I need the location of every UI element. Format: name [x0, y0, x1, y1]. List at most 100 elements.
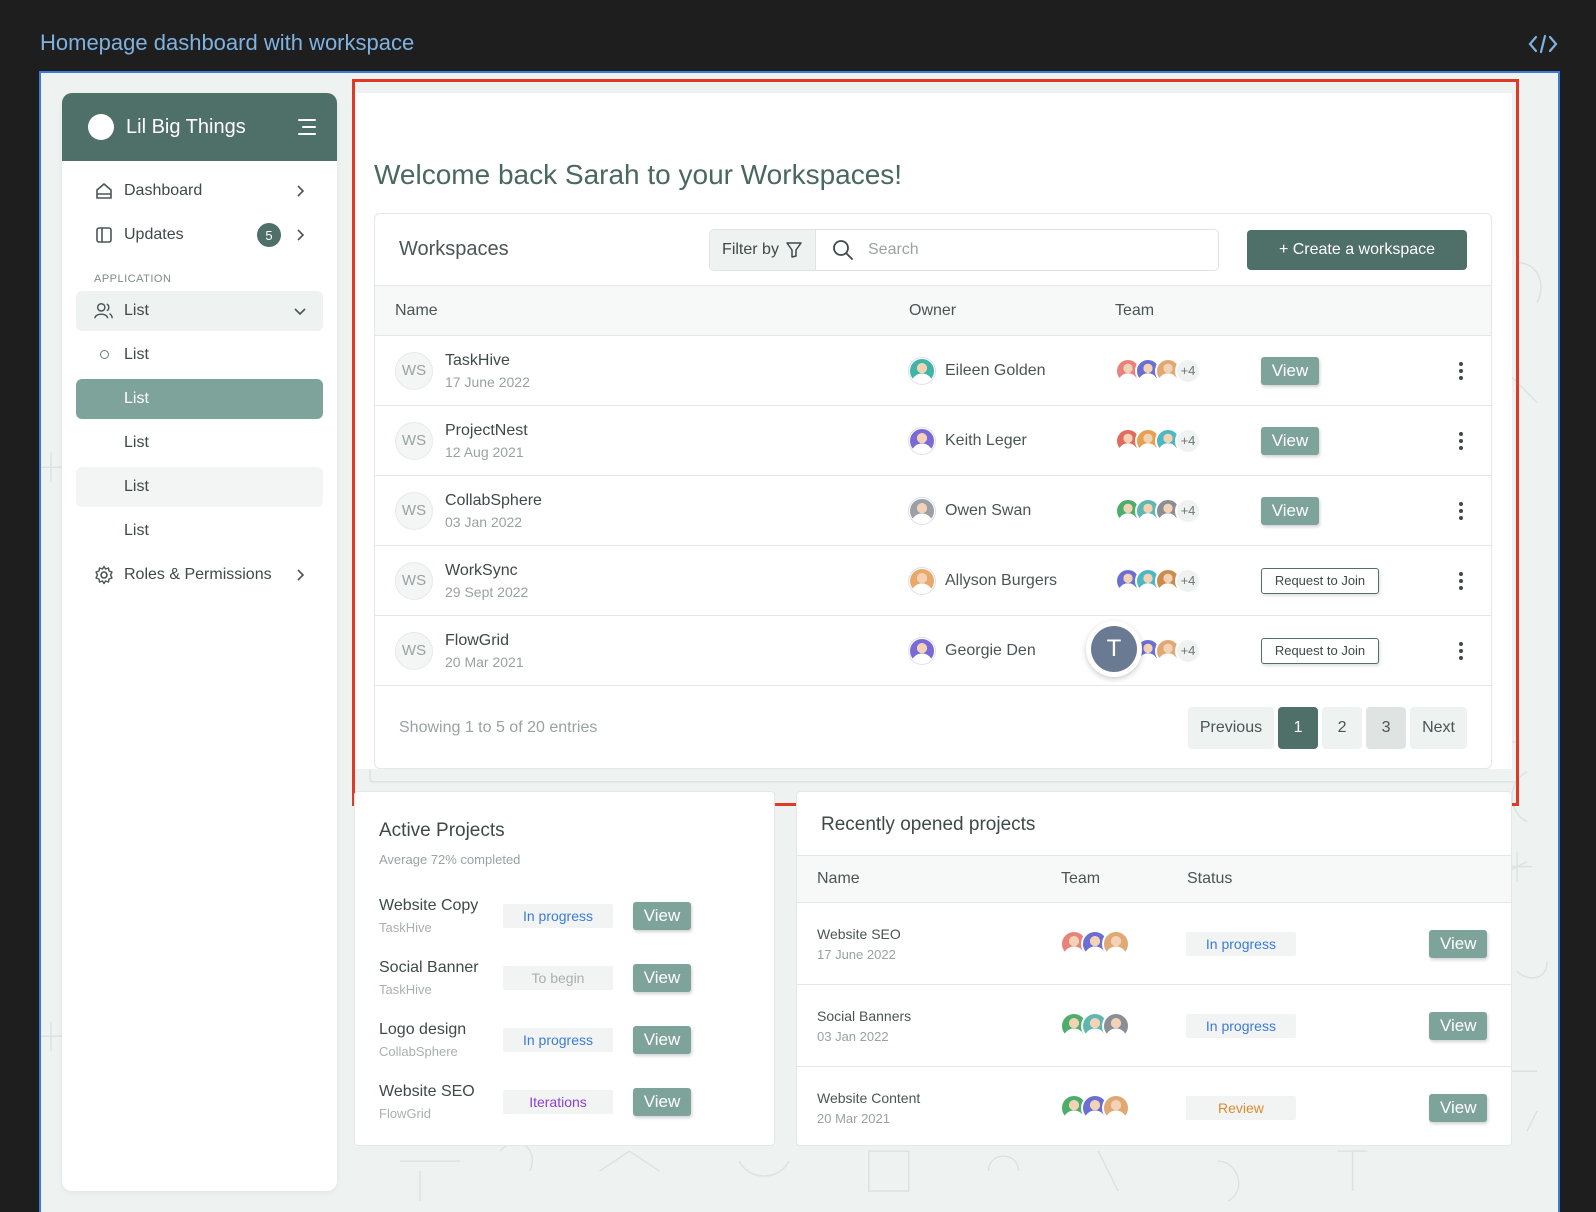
sidebar-subitem-list[interactable]: List — [76, 511, 323, 551]
sidebar-item-dashboard[interactable]: Dashboard — [76, 171, 323, 211]
more-options-icon[interactable] — [1459, 431, 1463, 450]
more-options-icon[interactable] — [1459, 641, 1463, 660]
more-cell — [1441, 431, 1481, 450]
table-row: Website Content 20 Mar 2021 Review View — [797, 1067, 1511, 1145]
menu-icon[interactable] — [297, 118, 317, 136]
more-options-icon[interactable] — [1459, 501, 1463, 520]
team-member-avatar — [1102, 1011, 1131, 1040]
chevron-right-icon — [297, 229, 305, 241]
sidebar-group-list[interactable]: List — [76, 291, 323, 331]
sidebar-subitem-list[interactable]: List — [76, 467, 323, 507]
workspace-name[interactable]: CollabSphere — [445, 492, 542, 510]
view-button[interactable]: View — [633, 1026, 691, 1054]
project-name: Website SEO — [817, 925, 901, 942]
status-badge: In progress — [1185, 1013, 1296, 1038]
page-button-2[interactable]: 2 — [1322, 707, 1363, 749]
name-cell: Website Content 20 Mar 2021 — [797, 1090, 1060, 1126]
sidebar-subitem-list-active[interactable]: List — [76, 379, 323, 419]
view-button[interactable]: View — [633, 902, 691, 930]
status-badge: Review — [1185, 1096, 1296, 1120]
name-cell: WS WorkSync 29 Sept 2022 — [375, 561, 909, 600]
table-row: WS CollabSphere 03 Jan 2022 Owen Swan +4 View — [375, 476, 1491, 546]
filter-button[interactable]: Filter by — [710, 229, 816, 270]
chevron-right-icon — [297, 569, 305, 581]
workspace-name[interactable]: WorkSync — [445, 562, 528, 580]
view-button[interactable]: View — [1261, 496, 1319, 525]
column-header-team: Team — [1061, 870, 1101, 887]
team-more-count: +4 — [1175, 357, 1201, 384]
column-header-name: Name — [395, 301, 438, 319]
entries-summary: Showing 1 to 5 of 20 entries — [399, 719, 598, 736]
workspace-date: 03 Jan 2022 — [445, 513, 523, 530]
funnel-icon — [786, 241, 802, 258]
view-button[interactable]: View — [1261, 356, 1319, 385]
team-cell: +4 — [1115, 567, 1261, 594]
project-name: Website Copy — [379, 897, 479, 914]
workspace-name[interactable]: FlowGrid — [445, 632, 524, 650]
team-cell: +4 — [1115, 427, 1261, 454]
sidebar-item-roles[interactable]: Roles & Permissions — [76, 555, 323, 595]
action-cell: View — [1429, 929, 1511, 958]
action-cell: Request to Join — [1261, 567, 1441, 594]
chevron-down-icon — [294, 308, 306, 316]
view-button[interactable]: View — [1429, 929, 1488, 958]
active-projects-card: Active Projects Average 72% completed We… — [354, 791, 775, 1146]
view-button[interactable]: View — [633, 1088, 691, 1116]
page-button-1[interactable]: 1 — [1278, 707, 1319, 749]
action-cell: View — [1261, 356, 1441, 385]
project-workspace: CollabSphere — [379, 1044, 458, 1059]
request-to-join-button[interactable]: Request to Join — [1261, 637, 1379, 664]
view-button[interactable]: View — [1261, 426, 1319, 455]
team-cell: +4 — [1115, 357, 1261, 384]
recent-projects-title: Recently opened projects — [821, 814, 1036, 835]
workspace-date: 29 Sept 2022 — [445, 583, 529, 600]
action-cell: View — [1429, 1094, 1511, 1122]
search-icon — [833, 239, 853, 260]
column-header-team: Team — [1115, 301, 1155, 319]
subitem-label: List — [124, 390, 149, 407]
welcome-heading: Welcome back Sarah to your Workspaces! — [374, 159, 903, 190]
status-cell: In progress — [1185, 931, 1429, 956]
create-workspace-button[interactable]: + Create a workspace — [1247, 229, 1467, 270]
pagination: Previous 1 2 3 Next — [1187, 707, 1467, 749]
owner-avatar — [909, 637, 935, 664]
column-header-owner: Owner — [909, 301, 957, 319]
sidebar-subitem-list[interactable]: List — [76, 423, 323, 463]
view-button[interactable]: View — [1429, 1094, 1488, 1122]
project-info: Website Copy TaskHive — [379, 897, 503, 935]
search-input[interactable] — [868, 240, 1168, 259]
request-to-join-button[interactable]: Request to Join — [1261, 567, 1379, 594]
frame-title: Homepage dashboard with workspace — [40, 30, 415, 55]
owner-avatar — [909, 567, 935, 594]
workspace-date: 17 June 2022 — [445, 373, 530, 390]
status-cell: Review — [1185, 1096, 1429, 1120]
owner-cell: Owen Swan — [909, 497, 1115, 524]
table-row: Website SEO 17 June 2022 In progress View — [797, 903, 1511, 985]
view-button[interactable]: View — [1429, 1011, 1488, 1040]
users-icon — [94, 301, 114, 321]
team-cell — [1060, 929, 1186, 958]
next-page-button[interactable]: Next — [1410, 707, 1467, 749]
column-header-name: Name — [817, 870, 860, 887]
list-item: Website SEO FlowGrid Iterations View — [379, 1071, 750, 1133]
more-options-icon[interactable] — [1459, 361, 1463, 380]
team-more-count: +4 — [1175, 567, 1201, 594]
previous-page-button[interactable]: Previous — [1187, 707, 1275, 749]
subitem-label: List — [124, 478, 149, 495]
active-projects-title: Active Projects — [379, 820, 505, 841]
more-options-icon[interactable] — [1459, 571, 1463, 590]
code-brackets-icon[interactable] — [1528, 34, 1558, 54]
workspace-name[interactable]: TaskHive — [445, 352, 530, 370]
page-button-3[interactable]: 3 — [1366, 707, 1407, 749]
subitem-label: List — [124, 346, 149, 363]
sidebar-item-updates[interactable]: Updates 5 — [76, 215, 323, 255]
workspace-info: WorkSync 29 Sept 2022 — [445, 562, 528, 600]
status-badge: In progress — [503, 904, 613, 928]
view-button[interactable]: View — [633, 964, 691, 992]
workspace-name[interactable]: ProjectNest — [445, 422, 528, 440]
sidebar-subitem-list[interactable]: List — [76, 335, 323, 375]
team-member-avatar — [1102, 929, 1131, 958]
subitem-label: List — [124, 522, 149, 539]
owner-cell: Eileen Golden — [909, 357, 1115, 384]
workspace-canvas: ABC A-Z Lil Big Things Dashboard — [39, 71, 1560, 1212]
